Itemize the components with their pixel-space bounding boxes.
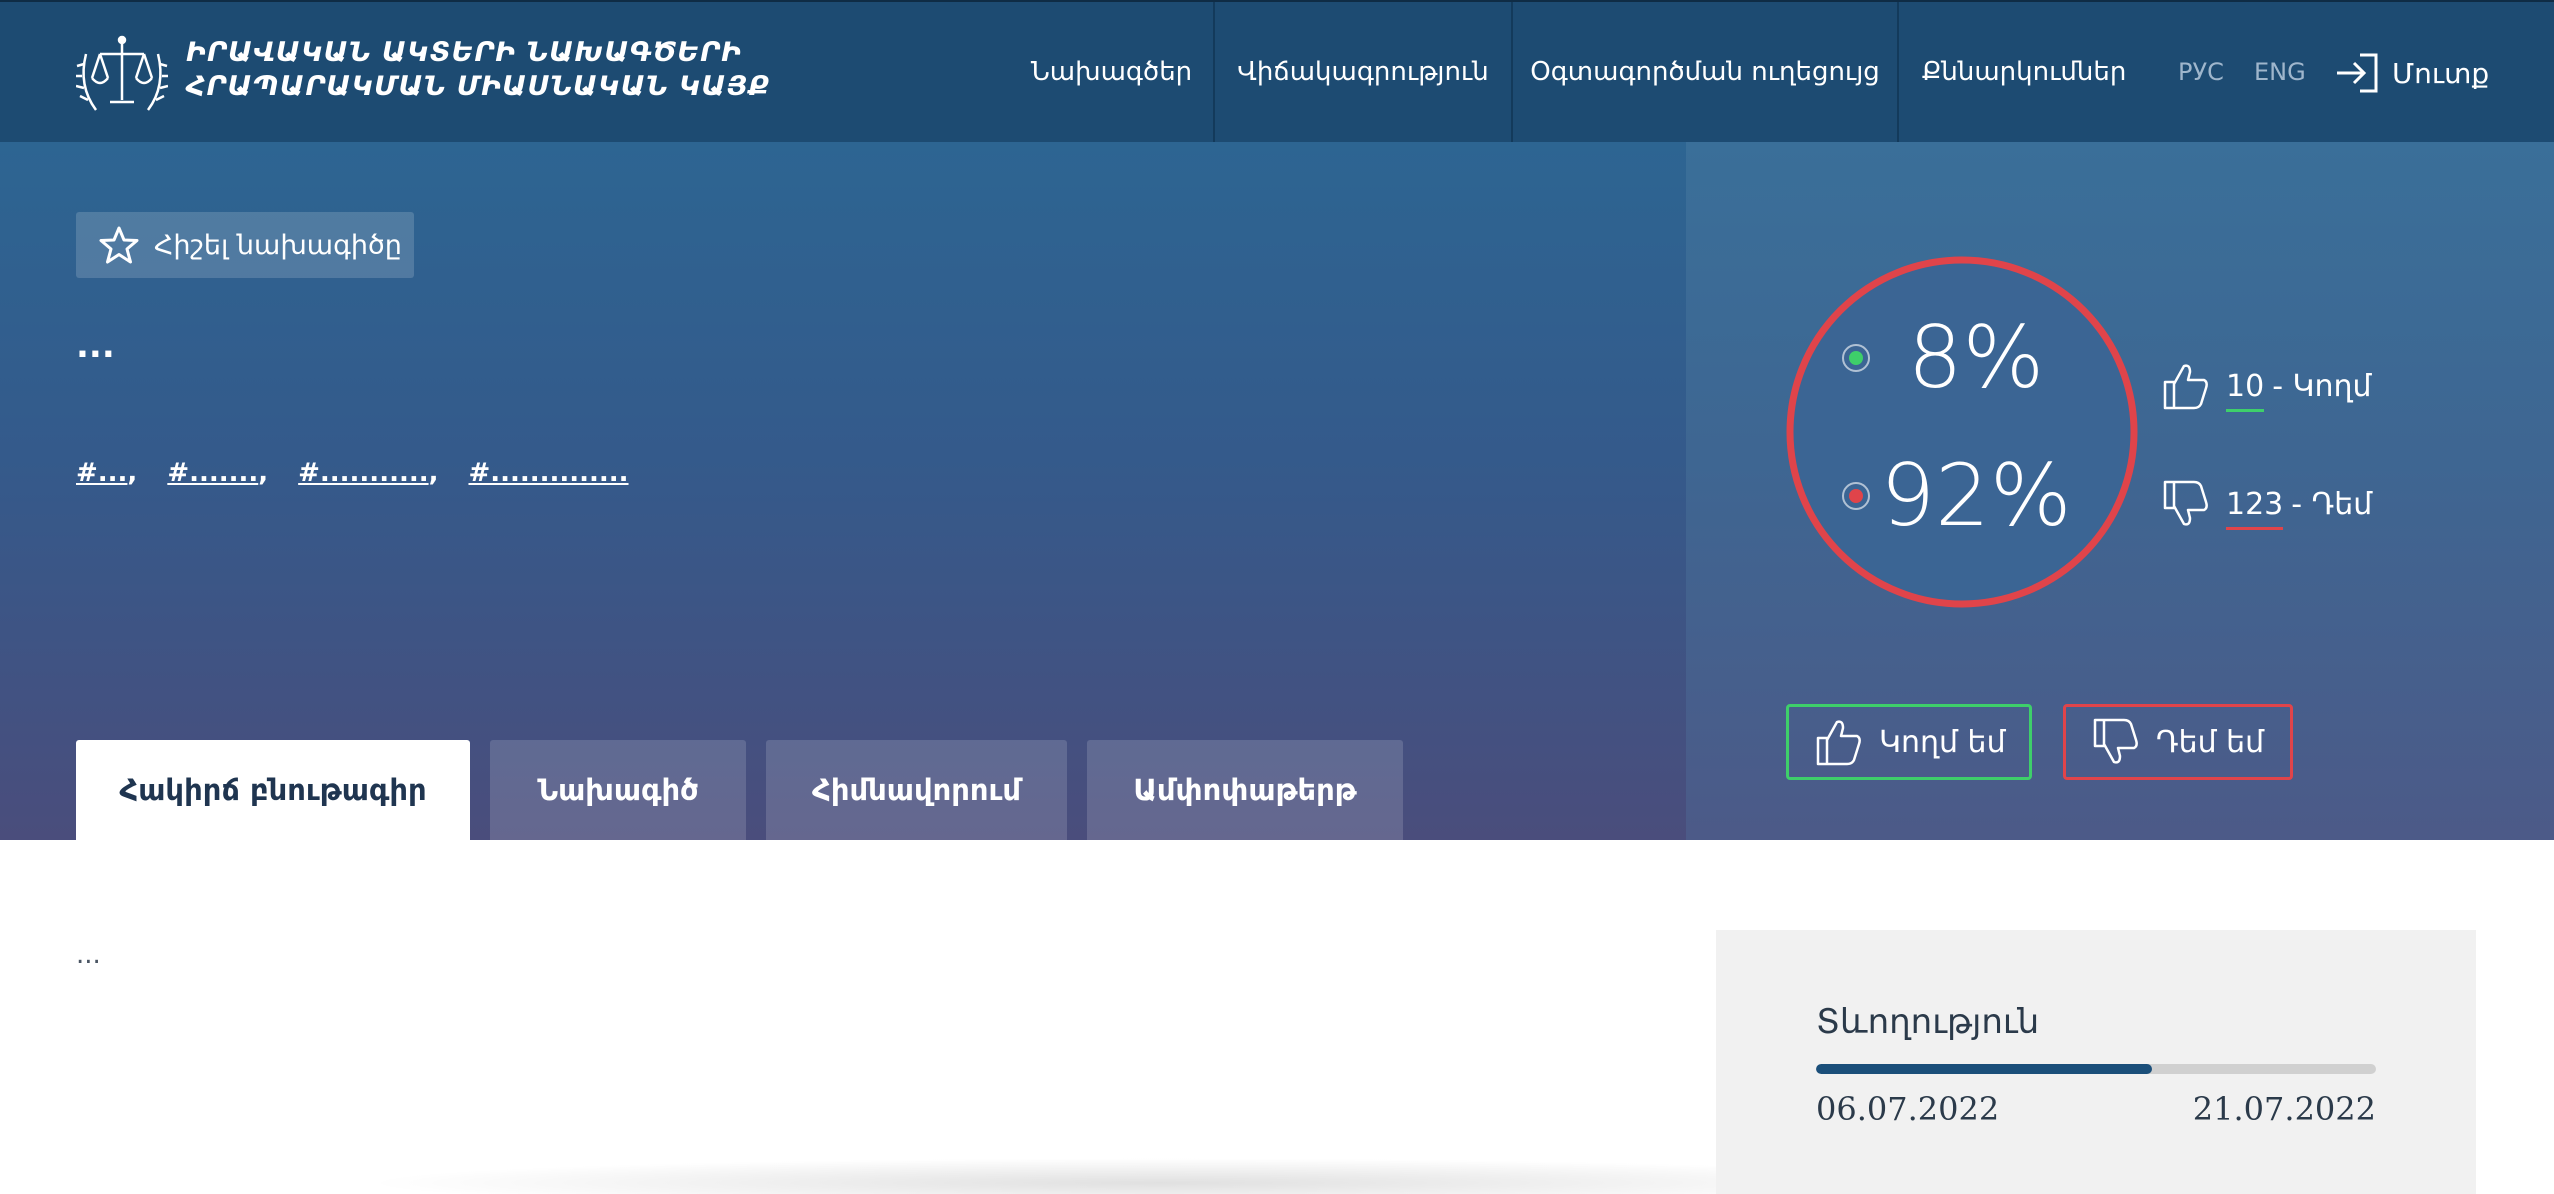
duration-progress-bar bbox=[1816, 1064, 2376, 1074]
main-nav: Նախագծեր Վիճակագրություն Օգտագործման ուղ… bbox=[1010, 2, 2149, 142]
lang-en-link[interactable]: ENG bbox=[2254, 58, 2306, 86]
tab-project[interactable]: Նախագիծ bbox=[490, 740, 746, 840]
against-count-label: - Դեմ bbox=[2291, 486, 2373, 522]
lang-ru-link[interactable]: РУС bbox=[2178, 58, 2224, 86]
project-title: ... bbox=[76, 326, 115, 366]
justice-scales-logo-icon[interactable] bbox=[76, 30, 168, 118]
tag-list: #..., #......., #..........., #.........… bbox=[76, 458, 629, 488]
thumbs-down-icon bbox=[2163, 480, 2208, 526]
tag-separator: , bbox=[258, 458, 269, 488]
remember-project-button[interactable]: Հիշել նախագիծը bbox=[76, 212, 414, 278]
against-count-row: 123 - Դեմ bbox=[2162, 478, 2372, 530]
tag-separator: , bbox=[127, 458, 138, 488]
thumbs-down-icon bbox=[2093, 718, 2138, 764]
nav-item-statistics[interactable]: Վիճակագրություն bbox=[1215, 2, 1513, 142]
site-header: ԻՐԱՎԱԿԱՆ ԱԿՏԵՐԻ ՆԱԽԱԳԾԵՐԻ ՀՐԱՊԱՐԱԿՄԱՆ ՄԻ… bbox=[0, 0, 2554, 142]
for-count-row: 10 - Կողմ bbox=[2162, 360, 2372, 412]
for-count: 10 bbox=[2226, 368, 2265, 412]
tag-link[interactable]: #....... bbox=[167, 458, 258, 488]
vote-for-label: Կողմ եմ bbox=[1879, 724, 2006, 760]
nav-item-discussions[interactable]: Քննարկումներ bbox=[1899, 2, 2149, 142]
thumbs-up-icon bbox=[2163, 364, 2208, 410]
tab-rationale[interactable]: Հիմնավորում bbox=[766, 740, 1067, 840]
duration-progress-fill bbox=[1816, 1064, 2152, 1074]
login-label: Մուտք bbox=[2392, 56, 2490, 90]
tab-summary-sheet[interactable]: Ամփոփաթերթ bbox=[1087, 740, 1403, 840]
vote-against-button[interactable]: Դեմ եմ bbox=[2063, 704, 2293, 780]
remember-project-label: Հիշել նախագիծը bbox=[154, 229, 402, 261]
login-icon bbox=[2337, 53, 2378, 93]
summary-text: ... bbox=[76, 940, 101, 970]
vote-for-button[interactable]: Կողմ եմ bbox=[1786, 704, 2032, 780]
start-date: 06.07.2022 bbox=[1816, 1090, 2000, 1128]
star-icon bbox=[99, 226, 139, 264]
nav-item-user-guide[interactable]: Օգտագործման ուղեցույց bbox=[1513, 2, 1899, 142]
tag-separator: , bbox=[428, 458, 439, 488]
duration-title: Տևողություն bbox=[1816, 1002, 2040, 1042]
for-percent: 8% bbox=[1907, 308, 2045, 408]
against-percent: 92% bbox=[1880, 446, 2072, 546]
login-button[interactable]: Մուտք bbox=[2334, 52, 2489, 94]
vote-donut-chart bbox=[1786, 256, 2138, 608]
end-date: 21.07.2022 bbox=[2192, 1090, 2376, 1128]
against-count: 123 bbox=[2226, 486, 2284, 530]
org-title-line-1: ԻՐԱՎԱԿԱՆ ԱԿՏԵՐԻ ՆԱԽԱԳԾԵՐԻ bbox=[186, 37, 743, 68]
tag-link[interactable]: #........... bbox=[298, 458, 428, 488]
org-title[interactable]: ԻՐԱՎԱԿԱՆ ԱԿՏԵՐԻ ՆԱԽԱԳԾԵՐԻ ՀՐԱՊԱՐԱԿՄԱՆ ՄԻ… bbox=[186, 36, 770, 104]
tag-link[interactable]: #.............. bbox=[468, 458, 628, 488]
for-count-label: - Կողմ bbox=[2272, 368, 2372, 404]
project-tabs: Հակիրճ բնութագիր Նախագիծ Հիմնավորում Ամփ… bbox=[76, 740, 1423, 840]
tag-link[interactable]: #... bbox=[76, 458, 127, 488]
thumbs-up-icon bbox=[1816, 720, 1861, 766]
tab-summary[interactable]: Հակիրճ բնութագիր bbox=[76, 740, 470, 840]
vote-against-label: Դեմ եմ bbox=[2156, 724, 2265, 760]
org-title-line-2: ՀՐԱՊԱՐԱԿՄԱՆ ՄԻԱՍՆԱԿԱՆ ԿԱՅՔ bbox=[186, 71, 771, 102]
nav-item-projects[interactable]: Նախագծեր bbox=[1010, 2, 1215, 142]
duration-card: Տևողություն 06.07.2022 21.07.2022 bbox=[1716, 930, 2476, 1194]
